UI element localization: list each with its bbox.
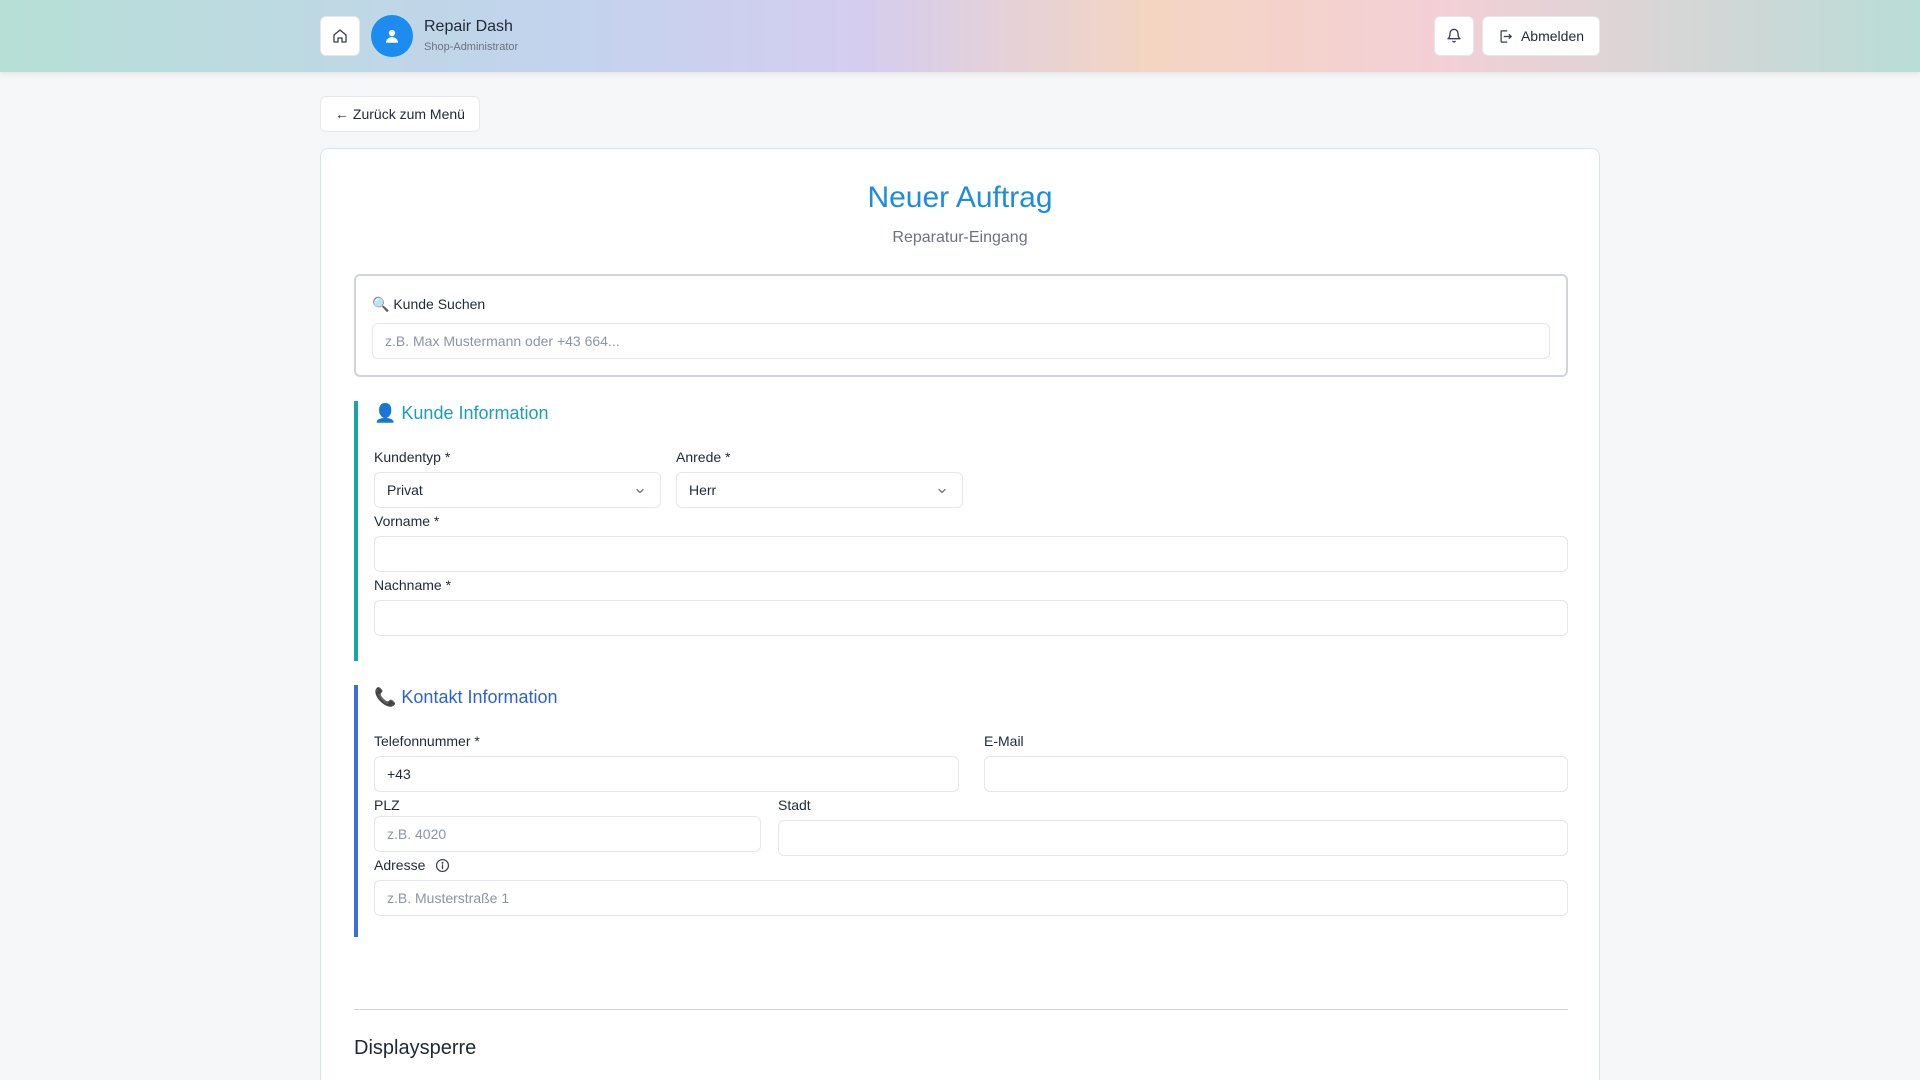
- anrede-value: Herr: [689, 482, 717, 498]
- home-button[interactable]: [320, 16, 360, 56]
- customer-info-section: 👤 Kunde Information Kundentyp * Privat A…: [354, 401, 1568, 661]
- contact-info-section: 📞 Kontakt Information Telefonnummer * +4…: [354, 685, 1568, 937]
- display-lock-title: Displaysperre: [354, 1037, 477, 1059]
- chevron-down-icon: [636, 488, 644, 494]
- stadt-label: Stadt: [778, 797, 811, 813]
- customer-search-input[interactable]: z.B. Max Mustermann oder +43 664...: [372, 323, 1550, 359]
- customer-search-panel: 🔍 Kunde Suchen z.B. Max Mustermann oder …: [354, 274, 1568, 377]
- kundentyp-label: Kundentyp *: [374, 449, 451, 465]
- customer-search-label: 🔍 Kunde Suchen: [372, 296, 486, 312]
- brand-subtitle: Shop-Administrator: [424, 41, 519, 53]
- page-title: Neuer Auftrag: [867, 181, 1053, 214]
- plz-input[interactable]: z.B. 4020: [374, 816, 761, 852]
- user-icon: [386, 29, 398, 43]
- logout-button[interactable]: Abmelden: [1482, 16, 1600, 56]
- avatar: [371, 15, 413, 57]
- logout-label: Abmelden: [1520, 28, 1585, 44]
- adresse-label-row: Adresse: [374, 857, 450, 873]
- top-bar: Repair Dash Shop-Administrator Abmelden: [0, 0, 1920, 72]
- stadt-input[interactable]: [778, 820, 1568, 856]
- info-icon[interactable]: [435, 858, 450, 873]
- kundentyp-value: Privat: [387, 482, 423, 498]
- nachname-label: Nachname *: [374, 577, 452, 593]
- bell-icon: [1447, 28, 1461, 43]
- adresse-label: Adresse: [374, 857, 426, 873]
- notifications-button[interactable]: [1434, 16, 1474, 56]
- adresse-input[interactable]: z.B. Musterstraße 1: [374, 880, 1568, 916]
- anrede-select[interactable]: Herr: [676, 472, 963, 508]
- back-to-menu-button[interactable]: ← Zurück zum Menü: [320, 96, 480, 132]
- section-divider: [354, 1009, 1568, 1010]
- anrede-label: Anrede *: [676, 449, 731, 465]
- plz-label: PLZ: [374, 797, 400, 813]
- email-label: E-Mail: [984, 733, 1024, 749]
- contact-info-title: 📞 Kontakt Information: [374, 687, 558, 707]
- brand-title: Repair Dash: [424, 18, 513, 35]
- logout-icon: [1500, 29, 1512, 43]
- order-form-card: Neuer Auftrag Reparatur-Eingang 🔍 Kunde …: [320, 148, 1600, 1080]
- nachname-input[interactable]: [374, 600, 1568, 636]
- home-icon: [333, 29, 347, 43]
- telefon-input[interactable]: +43: [374, 756, 959, 792]
- customer-search-placeholder: z.B. Max Mustermann oder +43 664...: [385, 333, 620, 349]
- email-input[interactable]: [984, 756, 1568, 792]
- adresse-placeholder: z.B. Musterstraße 1: [387, 890, 510, 906]
- chevron-down-icon: [938, 488, 946, 494]
- telefon-label: Telefonnummer *: [374, 733, 480, 749]
- customer-info-title: 👤 Kunde Information: [374, 403, 549, 423]
- vorname-input[interactable]: [374, 536, 1568, 572]
- page-subtitle: Reparatur-Eingang: [892, 229, 1028, 246]
- kundentyp-select[interactable]: Privat: [374, 472, 661, 508]
- vorname-label: Vorname *: [374, 513, 440, 529]
- plz-placeholder: z.B. 4020: [387, 826, 447, 842]
- telefon-value: +43: [387, 766, 411, 782]
